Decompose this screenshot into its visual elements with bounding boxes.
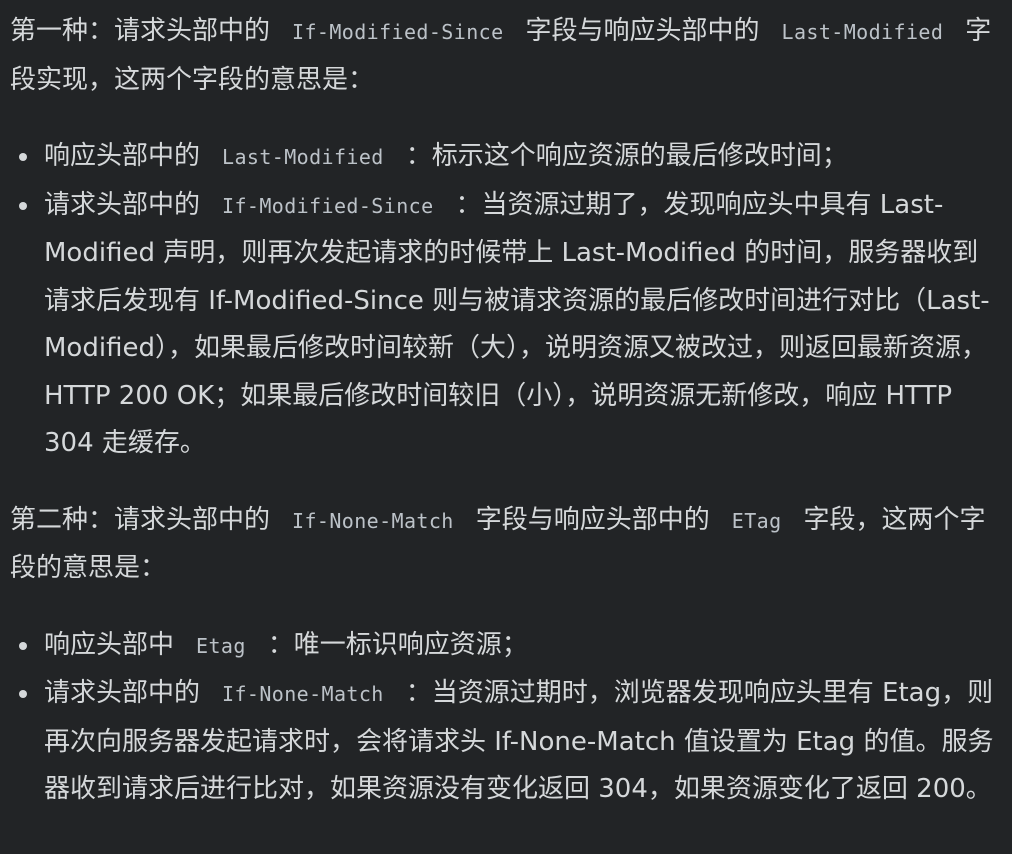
section1-header-b: Last-Modified <box>781 20 944 44</box>
bullet-icon <box>19 201 27 210</box>
list-item: 响应头部中 Etag ：唯一标识响应资源； <box>19 622 1000 671</box>
list-item: 请求头部中的 If-None-Match ：当资源过期时，浏览器发现响应头里有 Et… <box>19 670 1000 814</box>
section1-intro: 第一种：请求头部中的 If-Modified-Since 字段与响应头部中的 Last… <box>10 8 1000 104</box>
section2-intro-part1: 第二种：请求头部中的 <box>10 504 271 535</box>
list-item-prefix: 请求头部中的 <box>44 189 201 220</box>
section1-intro-part1: 第一种：请求头部中的 <box>10 16 271 46</box>
section2-intro: 第二种：请求头部中的 If-None-Match 字段与响应头部中的 ETag 字段，这… <box>10 497 1000 593</box>
list-item-prefix: 响应头部中 <box>44 629 175 660</box>
section2-list: 响应头部中 Etag ：唯一标识响应资源； 请求头部中的 If-None-Match ：… <box>10 622 1000 814</box>
list-item-code: Last-Modified <box>222 145 384 169</box>
list-item-code: Etag <box>196 633 246 658</box>
list-item-prefix: 请求头部中的 <box>44 678 201 708</box>
list-item-prefix: 响应头部中的 <box>44 141 201 171</box>
list-item-text: ：唯一标识响应资源； <box>267 629 528 660</box>
section1-intro-part2: 字段与响应头部中的 <box>525 16 760 46</box>
section1-header-a: If-Modified-Since <box>292 20 504 44</box>
list-item: 响应头部中的 Last-Modified ：标示这个响应资源的最后修改时间； <box>19 133 1000 182</box>
bullet-icon <box>19 690 27 698</box>
list-item-text: ：标示这个响应资源的最后修改时间； <box>405 141 848 171</box>
article-body: 第一种：请求头部中的 If-Modified-Since 字段与响应头部中的 Last… <box>10 8 1000 814</box>
list-item-text: ：当资源过期了，发现响应头中具有 Last-Modified 声明，则再次发起请… <box>44 189 990 459</box>
section1-list: 响应头部中的 Last-Modified ：标示这个响应资源的最后修改时间； 请求头… <box>10 133 1000 468</box>
bullet-icon <box>19 153 27 161</box>
section2-header-b: ETag <box>731 508 782 533</box>
section2-intro-part2: 字段与响应头部中的 <box>475 504 710 535</box>
list-item-code: If-None-Match <box>222 682 384 706</box>
section2-header-a: If-None-Match <box>292 508 454 533</box>
bullet-icon <box>19 641 27 650</box>
list-item-code: If-Modified-Since <box>222 193 434 218</box>
list-item: 请求头部中的 If-Modified-Since ：当资源过期了，发现响应头中具有 … <box>19 182 1000 468</box>
